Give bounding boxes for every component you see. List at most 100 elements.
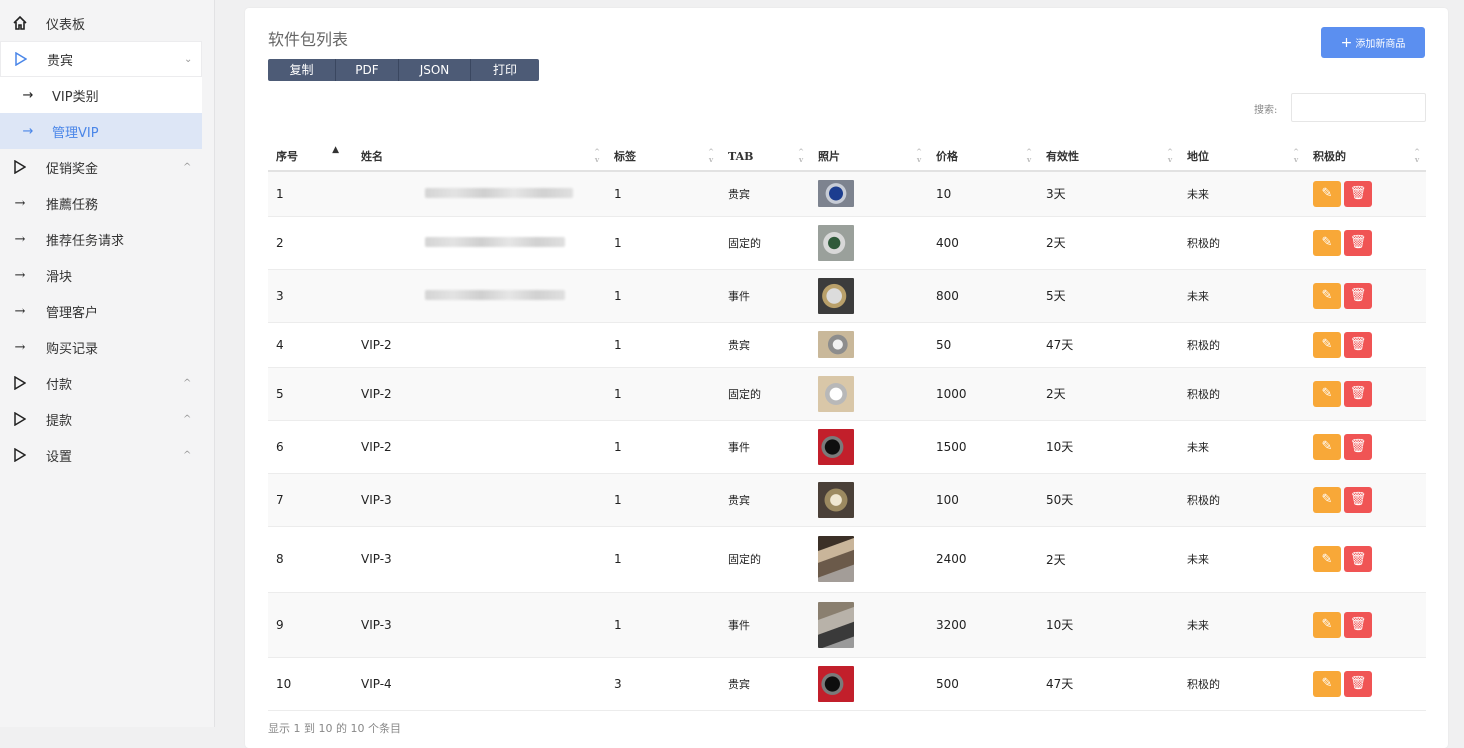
cell-validity: 5天 [1038,269,1179,323]
delete-button[interactable]: 🗑 [1344,282,1372,309]
arrow-right-icon: → [22,123,34,139]
delete-button[interactable]: 🗑 [1344,380,1372,407]
triangle-right-icon [13,51,29,67]
cell-name: VIP-2 [331,322,606,368]
sidebar-item-vip[interactable]: 贵宾 ⌄ [0,41,202,77]
watch-photo[interactable] [818,180,854,208]
sidebar-item-settings[interactable]: 设置 ^ [0,437,214,473]
sidebar-item-withdraw[interactable]: 提款 ^ [0,401,214,437]
chevron-up-icon: ^ [183,161,192,173]
cell-tab: 贵宾 [720,322,810,368]
watch-photo[interactable] [818,481,854,518]
delete-button[interactable]: 🗑 [1344,331,1372,358]
column-header-price[interactable]: 价格 ^ v [928,142,1038,172]
sidebar-item-label: 仪表板 [46,17,86,33]
edit-button[interactable]: ✎ [1313,282,1341,309]
package-list-card: 软件包列表 复制 PDF JSON 打印 + 添加新商品 搜索: 序号 ▲ 姓名 ^… [245,8,1448,748]
watch-photo[interactable] [818,224,854,261]
pdf-button[interactable]: PDF [336,59,399,81]
cell-price: 500 [928,657,1038,711]
delete-button[interactable]: 🗑 [1344,670,1372,697]
edit-button[interactable]: ✎ [1313,486,1341,513]
sidebar-item-manage-vip[interactable]: → 管理VIP [0,113,202,149]
sidebar-item-vip-category[interactable]: → VIP类别 [0,77,202,113]
add-new-item-button[interactable]: + 添加新商品 [1321,27,1425,58]
copy-button[interactable]: 复制 [268,59,336,81]
cell-name: VIP-3 [331,473,606,527]
column-header-active[interactable]: 积极的 ^ v [1305,142,1426,172]
export-button-group: 复制 PDF JSON 打印 [268,59,539,81]
search-input[interactable] [1291,93,1426,122]
delete-button[interactable]: 🗑 [1344,229,1372,256]
delete-button[interactable]: 🗑 [1344,180,1372,207]
edit-button[interactable]: ✎ [1313,611,1341,638]
table-row: 1 1 贵宾 10 3天 未来 ✎ 🗑 [268,171,1426,217]
column-header-no[interactable]: 序号 ▲ [268,142,339,172]
cell-photo [810,171,928,217]
edit-button[interactable]: ✎ [1313,229,1341,256]
delete-button[interactable]: 🗑 [1344,611,1372,638]
sidebar-item-referral-requests[interactable]: → 推荐任务请求 [0,221,214,257]
pencil-icon: ✎ [1321,676,1333,691]
cell-no: 2 [268,216,331,270]
watch-photo[interactable] [818,375,854,412]
column-header-tab[interactable]: TAB ^ v [720,142,810,172]
triangle-right-icon [12,375,28,391]
delete-button[interactable]: 🗑 [1344,433,1372,460]
watch-photo[interactable] [818,277,854,314]
cell-tab: 事件 [720,269,810,323]
cell-status: 未来 [1179,526,1305,593]
cell-no: 5 [268,367,331,421]
watch-photo[interactable] [818,601,854,648]
watch-photo[interactable] [818,331,854,358]
sidebar-item-payment[interactable]: 付款 ^ [0,365,214,401]
edit-button[interactable]: ✎ [1313,331,1341,358]
table-row: 8 VIP-3 1 固定的 2400 2天 未来 ✎ 🗑 [268,526,1426,593]
cell-tab: 贵宾 [720,473,810,527]
cell-price: 1000 [928,367,1038,421]
cell-status: 未来 [1179,269,1305,323]
sidebar-item-manage-customers[interactable]: → 管理客户 [0,293,214,329]
package-table: 序号 ▲ 姓名 ^ v 标签 ^ v TAB ^ v 照片 ^ v 价格 ^ v 有效性 ^ v 地位 ^ v… [268,142,1426,711]
sort-icon: ^ v [798,147,804,164]
delete-button[interactable]: 🗑 [1344,486,1372,513]
edit-button[interactable]: ✎ [1313,546,1341,572]
watch-photo[interactable] [818,428,854,465]
edit-button[interactable]: ✎ [1313,380,1341,407]
table-row: 7 VIP-3 1 贵宾 100 50天 积极的 ✎ 🗑 [268,473,1426,527]
sidebar-item-referral-tasks[interactable]: → 推薦任務 [0,185,214,221]
column-header-name[interactable]: 姓名 ^ v [331,142,606,172]
watch-photo[interactable] [818,665,854,702]
trash-icon: 🗑 [1349,235,1367,250]
pencil-icon: ✎ [1321,617,1333,632]
sidebar-item-dashboard[interactable]: 仪表板 [0,5,214,41]
sidebar-item-label: 推荐任务请求 [46,233,125,249]
search-label: 搜索: [1254,105,1278,116]
column-header-validity[interactable]: 有效性 ^ v [1038,142,1179,172]
trash-icon: 🗑 [1349,288,1367,303]
cell-no: 9 [268,592,331,658]
edit-button[interactable]: ✎ [1313,433,1341,460]
cell-actions: ✎ 🗑 [1305,216,1426,270]
sidebar-item-slider[interactable]: → 滑块 [0,257,214,293]
pencil-icon: ✎ [1321,386,1333,401]
print-button[interactable]: 打印 [471,59,539,81]
pencil-icon: ✎ [1321,186,1333,202]
edit-button[interactable]: ✎ [1313,180,1341,207]
delete-button[interactable]: 🗑 [1344,546,1372,572]
column-header-status[interactable]: 地位 ^ v [1179,142,1305,172]
cell-status: 积极的 [1179,216,1305,270]
sidebar-item-purchase-records[interactable]: → 购买记录 [0,329,214,365]
row-actions: ✎ 🗑 [1313,380,1426,407]
redacted-name [425,289,565,300]
column-header-photo[interactable]: 照片 ^ v [810,142,928,172]
json-button[interactable]: JSON [399,59,471,81]
column-header-label: 地位 [1187,150,1209,163]
column-header-tag[interactable]: 标签 ^ v [606,142,720,172]
table-body: 1 1 贵宾 10 3天 未来 ✎ 🗑 2 1 固定的 400 2天 积极的 ✎… [268,171,1426,711]
edit-button[interactable]: ✎ [1313,670,1341,697]
sidebar-item-promo-bonus[interactable]: 促销奖金 ^ [0,149,214,185]
sidebar-item-label: 滑块 [46,269,73,285]
watch-photo[interactable] [818,536,854,582]
cell-photo [810,592,928,658]
